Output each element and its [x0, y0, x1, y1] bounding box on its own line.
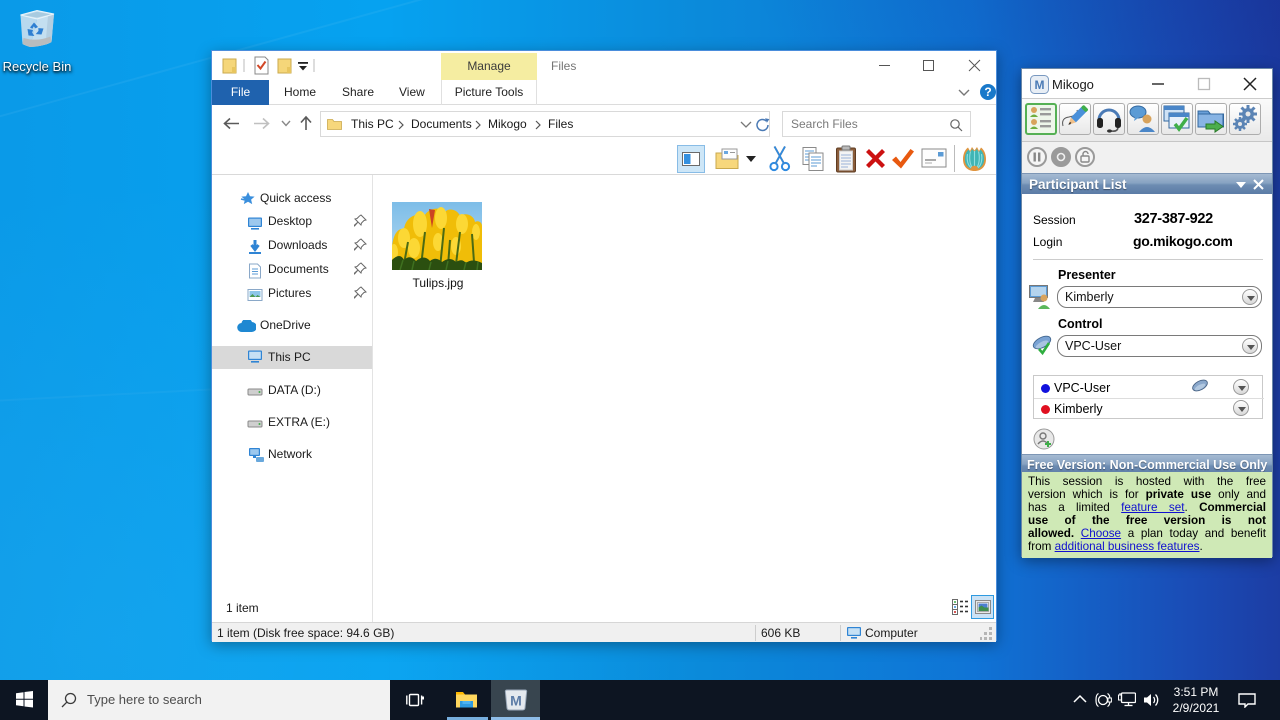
svg-text:M: M — [1035, 78, 1045, 92]
svg-text:?: ? — [984, 85, 991, 99]
svg-text:M: M — [510, 693, 522, 709]
